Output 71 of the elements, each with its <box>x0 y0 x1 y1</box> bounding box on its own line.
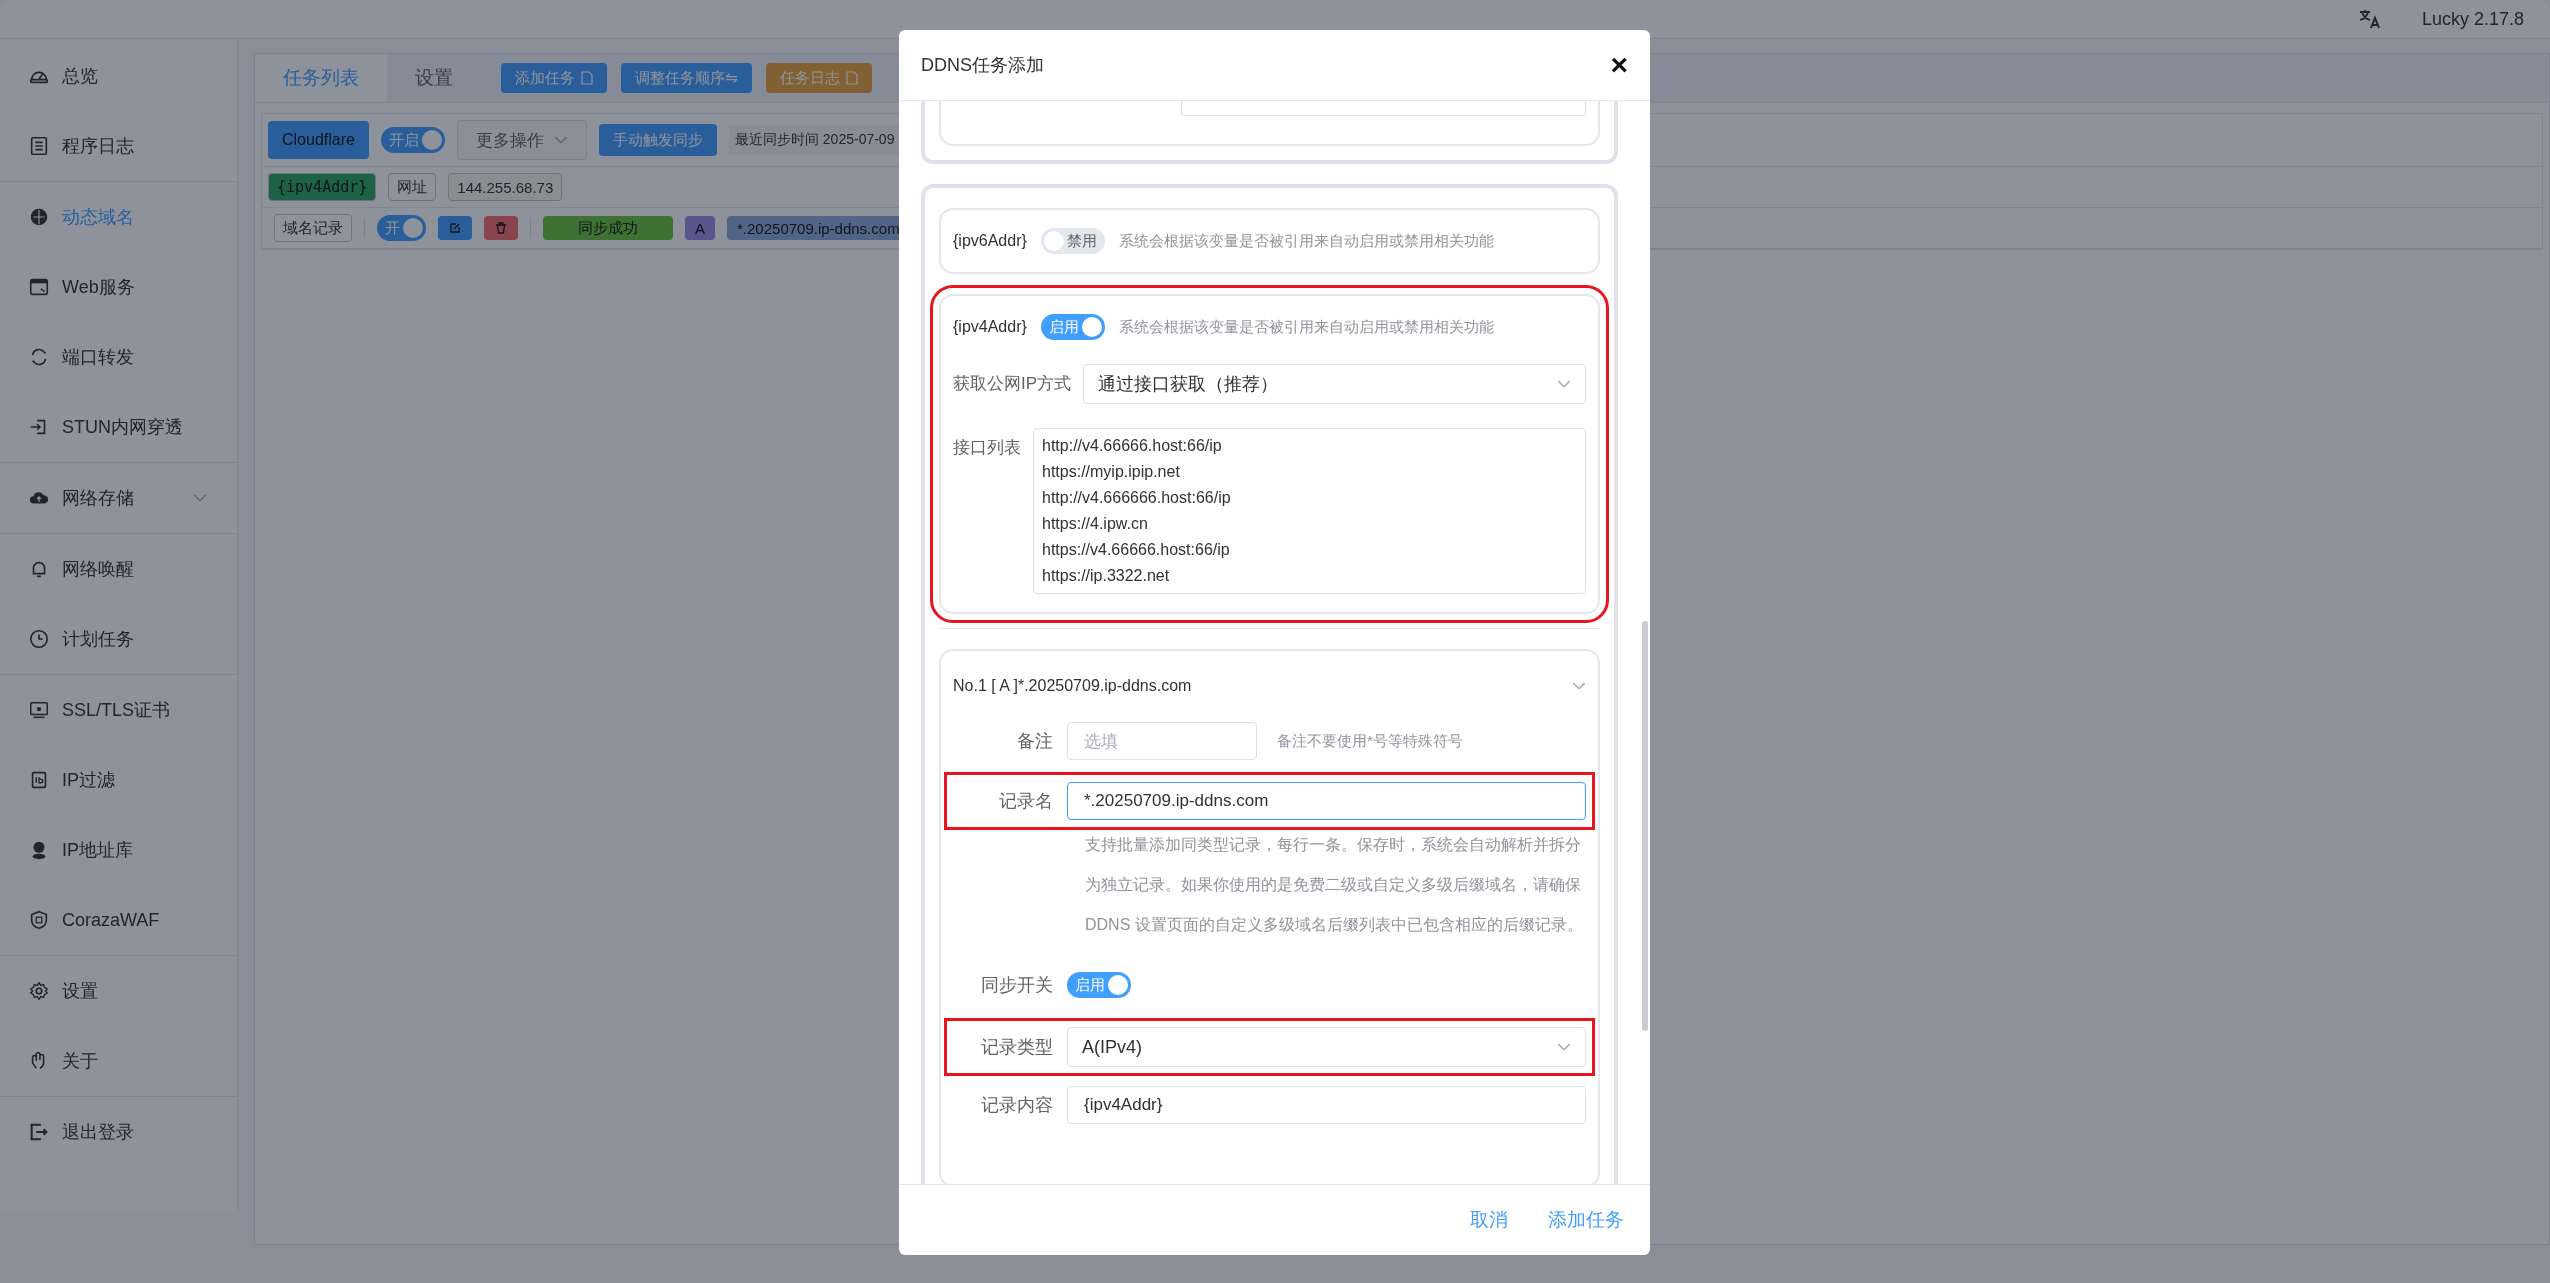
variable-name: {ipv6Addr} <box>953 232 1027 250</box>
edit-icon <box>449 222 461 234</box>
logout-icon <box>28 1121 50 1143</box>
trash-icon <box>495 222 507 234</box>
sidebar-item[interactable]: 总览 <box>0 41 237 111</box>
chevron-down-icon <box>1572 681 1586 691</box>
sidebar-item[interactable]: Web服务 <box>0 252 237 322</box>
chevron-down-icon <box>553 135 568 145</box>
document-icon <box>581 71 593 85</box>
record-header: No.1 [ A ]*.20250709.ip-ddns.com <box>953 677 1192 695</box>
settings-icon <box>28 980 50 1002</box>
sidebar-item[interactable]: 计划任务 <box>0 604 237 674</box>
status-label: 同步成功 <box>543 216 673 240</box>
field-label: 备注 <box>1016 730 1053 753</box>
help-text: 支持批量添加同类型记录，每行一条。保存时，系统会自动解析并拆分为独立记录。如果你使用的是免费二级或自定义多级后缀域名，请确保DDNS 设置页面的自定义多级域名后缀列表中已包含相应的后缀记录。 <box>1085 835 1584 935</box>
record-tag: 域名记录 <box>274 214 352 242</box>
record-name-field[interactable]: *.20250709.ip-ddns.com <box>1067 782 1586 820</box>
add-task-button[interactable]: 添加任务 <box>1548 1207 1624 1233</box>
clock-icon <box>28 628 50 650</box>
sidebar-item[interactable]: 退出登录 <box>0 1097 237 1167</box>
variable-name: {ipv4Addr} <box>953 318 1027 336</box>
note-hint: 备注不要使用*号等特殊符号 <box>1277 731 1463 751</box>
document-icon <box>845 71 858 85</box>
translate-icon[interactable] <box>2357 8 2382 30</box>
field-label: 获取公网IP方式 <box>953 373 1072 395</box>
field-label: 接口列表 <box>953 437 1021 459</box>
version-label: Lucky 2.17.8 <box>2421 8 2524 30</box>
more-actions-dropdown[interactable]: 更多操作 <box>456 120 587 160</box>
last-sync-time: 最近同步时间 2025-07-09 <box>728 125 901 155</box>
sidebar-item[interactable]: 程序日志 <box>0 111 237 181</box>
sidebar-item[interactable]: IP过滤 <box>0 745 237 815</box>
record-content-field[interactable]: {ipv4Addr} <box>1067 1086 1586 1124</box>
edit-button[interactable] <box>438 216 472 240</box>
cancel-button[interactable]: 取消 <box>1470 1207 1508 1233</box>
chevron-down-icon <box>1557 1042 1571 1052</box>
field-label: 记录类型 <box>980 1036 1053 1059</box>
field-label: 记录名 <box>998 790 1053 813</box>
toggle-switch[interactable]: 禁用 <box>1040 228 1105 254</box>
sidebar-item[interactable]: SSL/TLS证书 <box>0 675 237 745</box>
chevron-down-icon <box>193 493 207 503</box>
ip-method-select[interactable]: 通过接口获取（推荐） <box>1083 364 1586 404</box>
field-label: 同步开关 <box>980 974 1053 997</box>
sidebar-item[interactable]: 网络存储 <box>0 463 237 533</box>
record-type-label: A <box>685 216 715 240</box>
variable-hint: 系统会根据该变量是否被引用来自动启用或禁用相关功能 <box>1118 317 1494 337</box>
close-button[interactable]: × <box>1610 48 1628 82</box>
variable-hint: 系统会根据该变量是否被引用来自动启用或禁用相关功能 <box>1118 231 1494 251</box>
sidebar-item[interactable]: 网络唤醒 <box>0 534 237 604</box>
sidebar-item[interactable]: 端口转发 <box>0 322 237 392</box>
provider-button[interactable]: Cloudflare <box>268 121 369 159</box>
api-list-field[interactable]: http://v4.66666.host:66/ip https://myip.ipip.net http://v4.666666.host:66/ip https://4.ipw.cn https://v4.66666.host:66/ip https://ip.3322.net <box>1033 428 1586 594</box>
value-tag: 网址 <box>388 173 437 201</box>
sidebar-item[interactable]: 设置 <box>0 956 237 1026</box>
variable-tag: {ipv4Addr} <box>268 173 377 201</box>
sidebar-item[interactable]: 关于 <box>0 1026 237 1096</box>
chevron-down-icon <box>1557 379 1571 389</box>
delete-button[interactable] <box>484 216 518 240</box>
record-type-select[interactable]: A(IPv4) <box>1067 1027 1586 1067</box>
dialog-title: DDNS任务添加 <box>921 54 1044 77</box>
toggle-switch[interactable]: 启用 <box>1040 314 1105 340</box>
toggle-switch[interactable]: 启用 <box>1067 972 1131 998</box>
browser-window-icon <box>28 276 50 298</box>
sidebar-item[interactable]: IP地址库 <box>0 815 237 885</box>
monitor-icon <box>28 699 50 721</box>
document-icon <box>28 135 50 157</box>
shield-icon <box>28 909 50 931</box>
value-tag: 144.255.68.73 <box>448 173 563 201</box>
sidebar-item[interactable]: STUN内网穿透 <box>0 392 237 462</box>
sidebar-item[interactable]: CorazaWAF <box>0 885 237 955</box>
tab[interactable]: 设置 <box>387 54 481 102</box>
field-label: 记录内容 <box>980 1094 1053 1117</box>
